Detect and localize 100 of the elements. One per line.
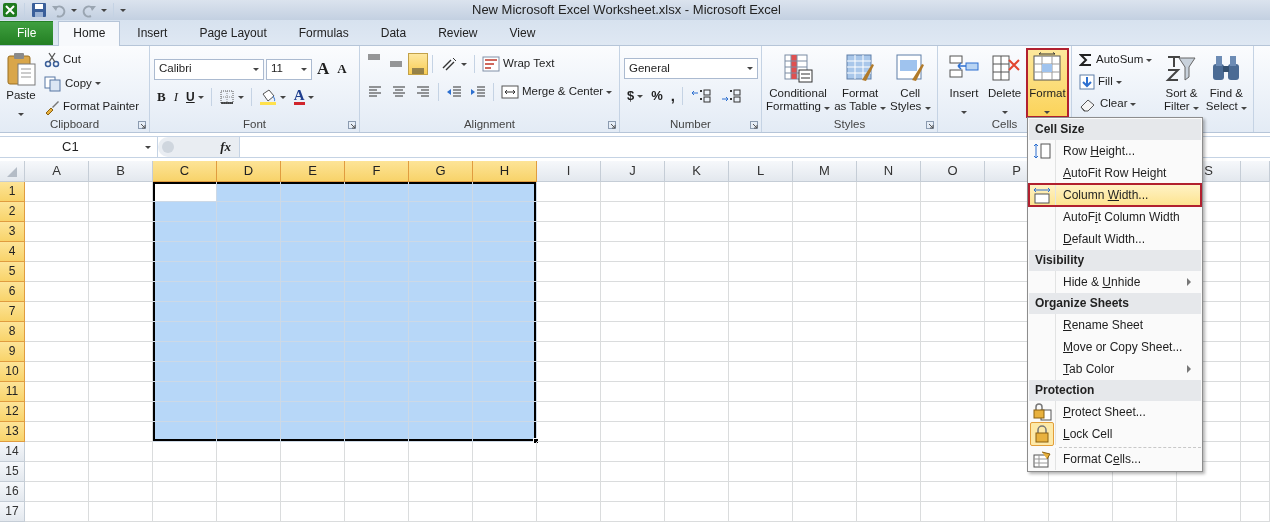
row-header[interactable]: 16 <box>0 482 25 502</box>
spreadsheet-cell[interactable] <box>25 282 89 302</box>
spreadsheet-cell[interactable] <box>793 502 857 522</box>
wrap-text-button[interactable]: Wrap Text <box>479 53 558 75</box>
menu-item[interactable]: Column Width... <box>1029 184 1201 206</box>
ribbon-tab[interactable]: Home <box>58 20 121 46</box>
spreadsheet-cell[interactable] <box>921 302 985 322</box>
spreadsheet-cell[interactable] <box>25 302 89 322</box>
spreadsheet-cell[interactable] <box>921 242 985 262</box>
column-header[interactable]: E <box>281 161 345 182</box>
column-header[interactable]: C <box>153 161 217 182</box>
spreadsheet-cell[interactable] <box>729 502 793 522</box>
spreadsheet-cell[interactable] <box>921 422 985 442</box>
menu-item[interactable]: Row Height... <box>1029 140 1201 162</box>
spreadsheet-cell[interactable] <box>793 342 857 362</box>
spreadsheet-cell[interactable] <box>89 462 153 482</box>
menu-item[interactable]: Rename Sheet <box>1029 314 1201 336</box>
spreadsheet-cell[interactable] <box>857 482 921 502</box>
spreadsheet-cell[interactable] <box>153 442 217 462</box>
spreadsheet-cell[interactable] <box>537 242 601 262</box>
spreadsheet-cell[interactable] <box>89 482 153 502</box>
spreadsheet-cell[interactable] <box>217 442 281 462</box>
spreadsheet-cell[interactable] <box>857 222 921 242</box>
spreadsheet-cell[interactable] <box>793 262 857 282</box>
spreadsheet-cell[interactable] <box>217 182 281 202</box>
spreadsheet-cell[interactable] <box>345 502 409 522</box>
spreadsheet-cell[interactable] <box>409 482 473 502</box>
name-box[interactable]: C1 <box>0 137 158 157</box>
spreadsheet-cell[interactable] <box>601 442 665 462</box>
spreadsheet-cell[interactable] <box>153 282 217 302</box>
spreadsheet-cell[interactable] <box>665 322 729 342</box>
column-header[interactable]: I <box>537 161 601 182</box>
row-header[interactable]: 11 <box>0 382 25 402</box>
spreadsheet-cell[interactable] <box>89 442 153 462</box>
spreadsheet-cell[interactable] <box>857 322 921 342</box>
currency-button[interactable]: $ <box>624 85 647 107</box>
menu-item[interactable]: Lock Cell <box>1029 423 1201 445</box>
spreadsheet-cell[interactable] <box>153 402 217 422</box>
column-header[interactable]: B <box>89 161 153 182</box>
spreadsheet-cell[interactable] <box>25 362 89 382</box>
spreadsheet-cell[interactable] <box>153 362 217 382</box>
spreadsheet-cell[interactable] <box>921 322 985 342</box>
spreadsheet-cell[interactable] <box>601 202 665 222</box>
grow-font-button[interactable]: A <box>314 58 333 80</box>
clear-button[interactable]: Clear <box>1076 93 1160 115</box>
cell-styles-button[interactable]: Cell Styles <box>888 49 933 117</box>
column-header[interactable]: J <box>601 161 665 182</box>
spreadsheet-cell[interactable] <box>153 462 217 482</box>
ribbon-tab[interactable]: Insert <box>122 20 183 45</box>
spreadsheet-cell[interactable] <box>729 362 793 382</box>
spreadsheet-cell[interactable] <box>537 222 601 242</box>
spreadsheet-cell[interactable] <box>601 262 665 282</box>
spreadsheet-cell[interactable] <box>473 182 537 202</box>
spreadsheet-cell[interactable] <box>537 382 601 402</box>
format-button[interactable]: Format <box>1027 49 1068 117</box>
spreadsheet-cell[interactable] <box>857 262 921 282</box>
spreadsheet-cell[interactable] <box>345 462 409 482</box>
spreadsheet-cell[interactable] <box>25 402 89 422</box>
spreadsheet-cell[interactable] <box>1241 222 1270 242</box>
spreadsheet-cell[interactable] <box>537 322 601 342</box>
spreadsheet-cell[interactable] <box>25 222 89 242</box>
spreadsheet-cell[interactable] <box>857 362 921 382</box>
spreadsheet-cell[interactable] <box>537 342 601 362</box>
spreadsheet-cell[interactable] <box>1241 462 1270 482</box>
spreadsheet-cell[interactable] <box>601 502 665 522</box>
spreadsheet-cell[interactable] <box>217 422 281 442</box>
find-select-button[interactable]: Find & Select <box>1203 49 1249 117</box>
spreadsheet-cell[interactable] <box>1113 502 1177 522</box>
insert-button[interactable]: Insert <box>946 49 982 117</box>
spreadsheet-cell[interactable] <box>217 462 281 482</box>
spreadsheet-cell[interactable] <box>25 422 89 442</box>
spreadsheet-cell[interactable] <box>921 502 985 522</box>
spreadsheet-cell[interactable] <box>729 222 793 242</box>
spreadsheet-cell[interactable] <box>537 462 601 482</box>
row-header[interactable]: 9 <box>0 342 25 362</box>
spreadsheet-cell[interactable] <box>281 442 345 462</box>
row-header[interactable]: 17 <box>0 502 25 522</box>
spreadsheet-cell[interactable] <box>409 462 473 482</box>
spreadsheet-cell[interactable] <box>153 322 217 342</box>
spreadsheet-cell[interactable] <box>409 422 473 442</box>
spreadsheet-cell[interactable] <box>793 322 857 342</box>
spreadsheet-cell[interactable] <box>1241 362 1270 382</box>
spreadsheet-cell[interactable] <box>1241 262 1270 282</box>
spreadsheet-cell[interactable] <box>473 362 537 382</box>
spreadsheet-cell[interactable] <box>1241 322 1270 342</box>
column-header[interactable]: F <box>345 161 409 182</box>
spreadsheet-cell[interactable] <box>665 422 729 442</box>
spreadsheet-cell[interactable] <box>729 462 793 482</box>
spreadsheet-cell[interactable] <box>665 342 729 362</box>
spreadsheet-cell[interactable] <box>921 462 985 482</box>
spreadsheet-cell[interactable] <box>1241 202 1270 222</box>
spreadsheet-cell[interactable] <box>921 362 985 382</box>
spreadsheet-cell[interactable] <box>1049 502 1113 522</box>
spreadsheet-cell[interactable] <box>345 422 409 442</box>
spreadsheet-cell[interactable] <box>601 402 665 422</box>
select-all-corner[interactable] <box>0 161 25 182</box>
spreadsheet-cell[interactable] <box>601 482 665 502</box>
spreadsheet-cell[interactable] <box>1241 422 1270 442</box>
spreadsheet-cell[interactable] <box>921 382 985 402</box>
row-header[interactable]: 1 <box>0 182 25 202</box>
